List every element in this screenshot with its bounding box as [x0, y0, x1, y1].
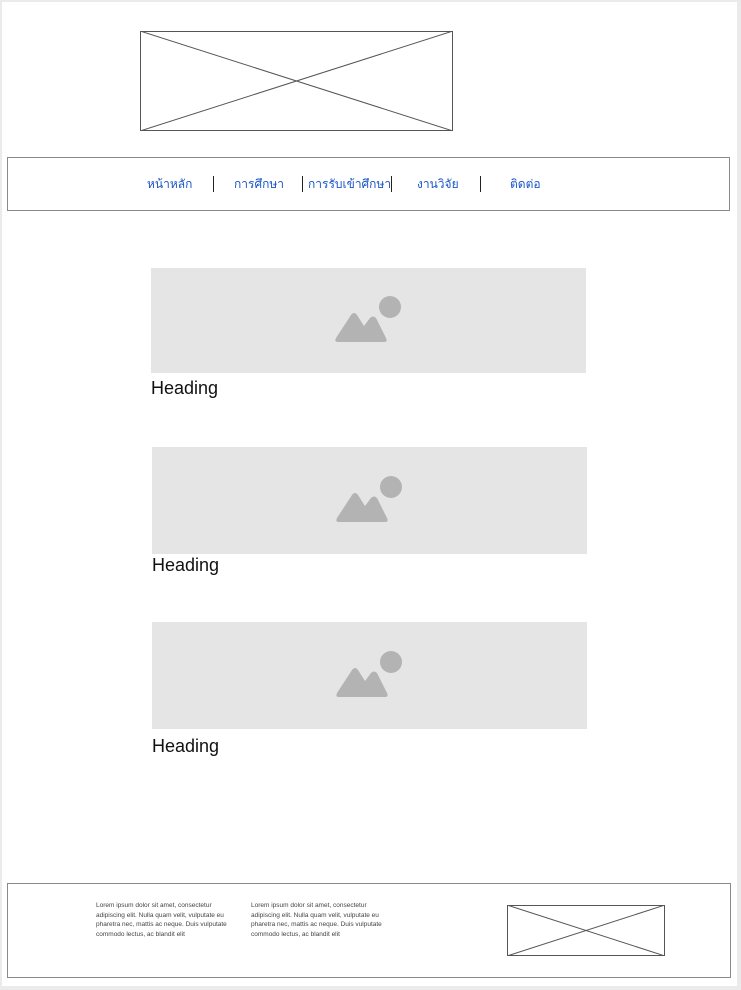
footer: Lorem ipsum dolor sit amet, consectetur …	[7, 883, 731, 978]
card-heading: Heading	[152, 555, 220, 575]
image-icon	[334, 295, 401, 342]
nav-item-education[interactable]: การศึกษา	[234, 158, 284, 210]
nav-item-admission[interactable]: การรับเข้าศึกษา	[308, 158, 391, 210]
nav-separator	[302, 176, 303, 192]
card-heading: Heading	[151, 378, 219, 398]
main-nav: หน้าหลัก การศึกษา การรับเข้าศึกษา งานวิจ…	[7, 157, 730, 211]
footer-logo-placeholder-icon	[507, 905, 665, 956]
header-logo-placeholder-icon	[140, 31, 453, 131]
nav-separator	[391, 176, 392, 192]
nav-item-home[interactable]: หน้าหลัก	[147, 158, 192, 210]
nav-separator	[213, 176, 214, 192]
nav-item-research[interactable]: งานวิจัย	[417, 158, 459, 210]
footer-text-col1: Lorem ipsum dolor sit amet, consectetur …	[96, 902, 227, 938]
nav-item-contact[interactable]: ติดต่อ	[510, 158, 541, 210]
card-image[interactable]	[152, 622, 587, 729]
card-heading: Heading	[152, 736, 220, 756]
nav-separator	[480, 176, 481, 192]
image-icon	[335, 475, 402, 522]
footer-text-col2: Lorem ipsum dolor sit amet, consectetur …	[251, 902, 382, 938]
image-icon	[335, 650, 402, 697]
card-image[interactable]	[151, 268, 586, 373]
card-image[interactable]	[152, 447, 587, 554]
